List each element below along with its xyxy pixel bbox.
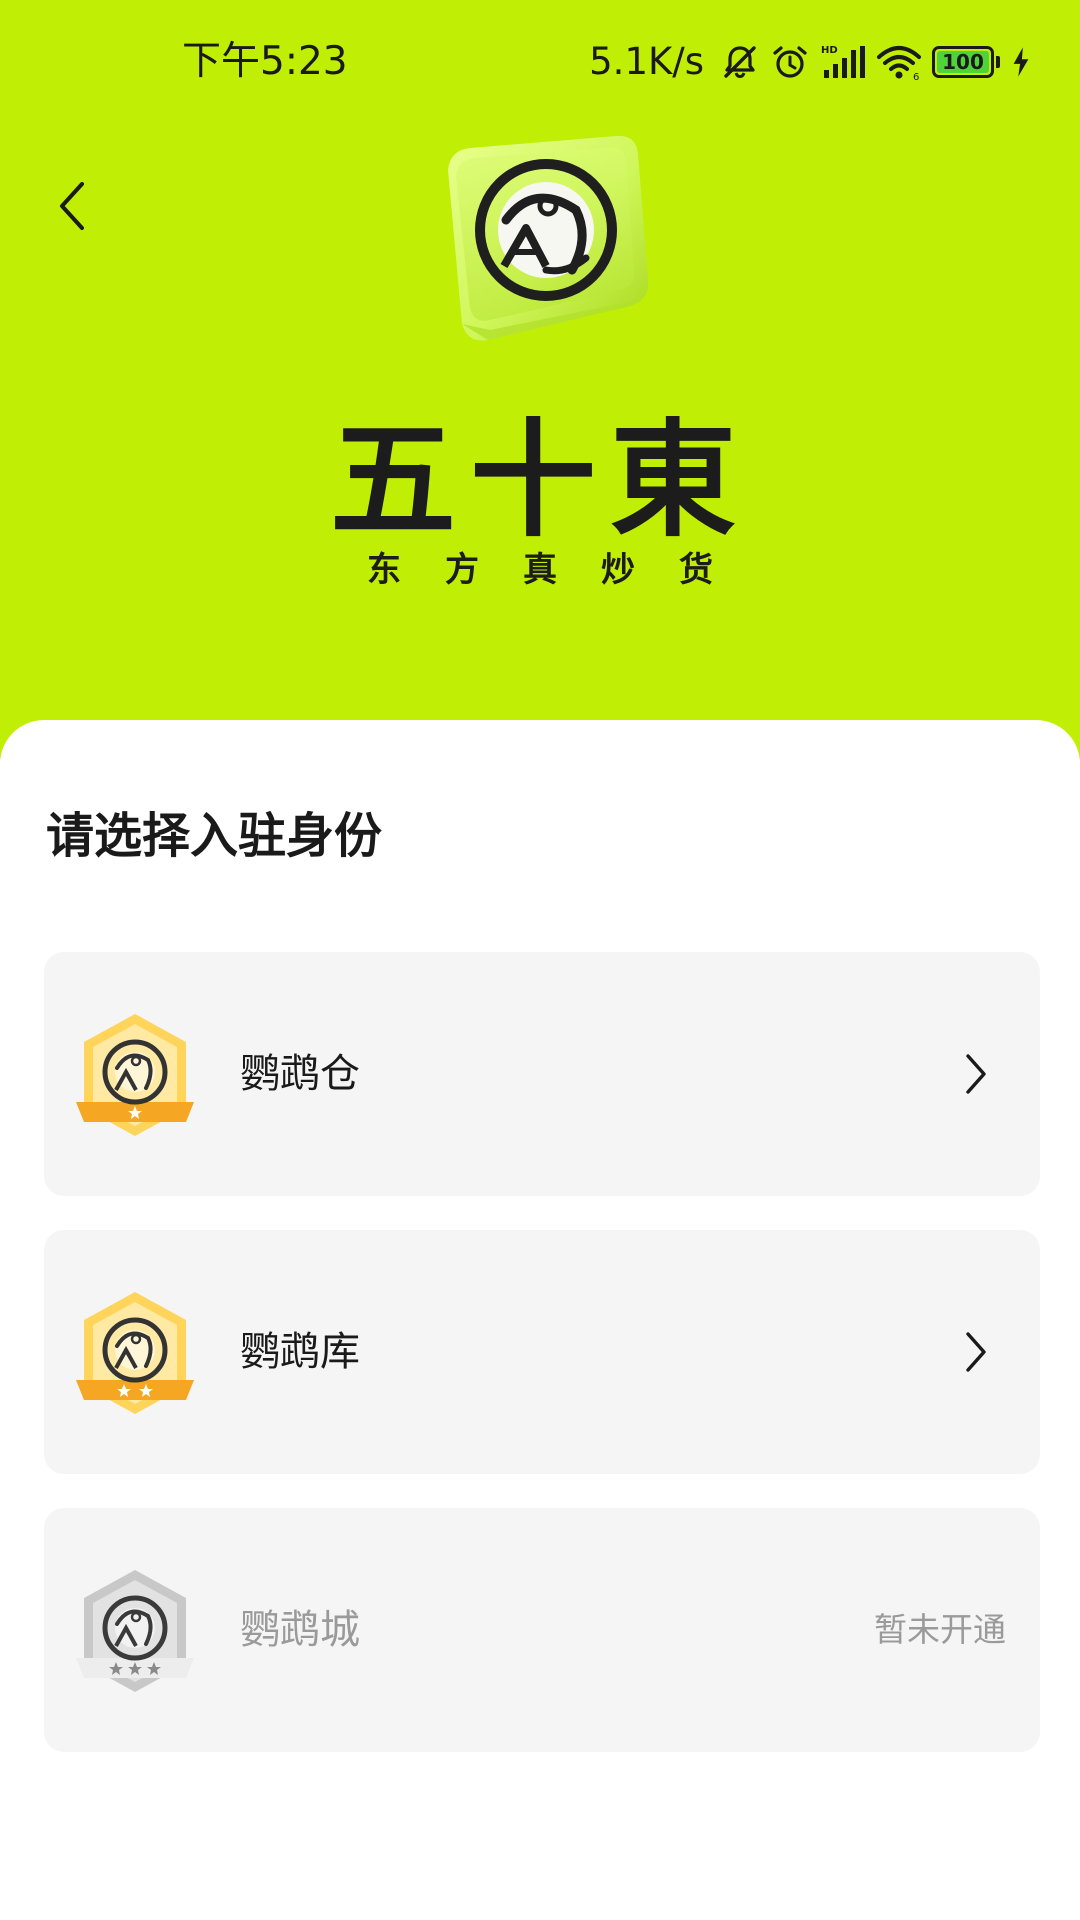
charging-icon (1013, 47, 1029, 77)
battery-icon: 100 (932, 46, 994, 78)
badge-gold-icon (76, 1014, 194, 1136)
identity-option-yingwu-cang[interactable]: 鹦鹉仓 (44, 952, 1040, 1196)
status-icons: 5.1K/s HD 6 100 (589, 38, 1032, 86)
brand-title: 五十東 (330, 407, 750, 554)
wifi-icon: 6 (877, 46, 921, 82)
parrot-logo-icon (448, 135, 649, 341)
chevron-right-icon (966, 1332, 986, 1372)
alarm-icon (773, 46, 807, 78)
status-note: 暂未开通 (874, 1610, 1006, 1649)
identity-option-yingwu-ku[interactable]: 鹦鹉库 (44, 1230, 1040, 1474)
option-label: 鹦鹉城 (240, 1607, 360, 1653)
hd-signal-icon: HD (821, 45, 865, 78)
network-speed: 5.1K/s (589, 40, 704, 83)
battery-level: 100 (942, 50, 984, 74)
status-bar: 下午5:23 5.1K/s HD 6 100 (0, 0, 1080, 124)
badge-grey-icon (76, 1570, 194, 1692)
chevron-left-icon (60, 182, 84, 230)
badge-gold-icon (76, 1292, 194, 1414)
svg-text:HD: HD (821, 45, 838, 56)
page-title: 请选择入驻身份 (46, 808, 383, 864)
svg-text:6: 6 (913, 72, 919, 82)
brand-slogan: 东方真炒货 (367, 550, 757, 590)
back-button[interactable] (46, 170, 106, 240)
bell-muted-icon (724, 46, 756, 79)
screen: 下午5:23 5.1K/s HD 6 100 五十東 东方真炒货 请选择入驻身份… (0, 0, 1080, 1920)
identity-option-yingwu-cheng: 鹦鹉城 暂未开通 (44, 1508, 1040, 1752)
chevron-right-icon (966, 1054, 986, 1094)
status-time: 下午5:23 (182, 39, 348, 84)
option-label: 鹦鹉仓 (240, 1051, 360, 1097)
option-label: 鹦鹉库 (240, 1329, 360, 1375)
